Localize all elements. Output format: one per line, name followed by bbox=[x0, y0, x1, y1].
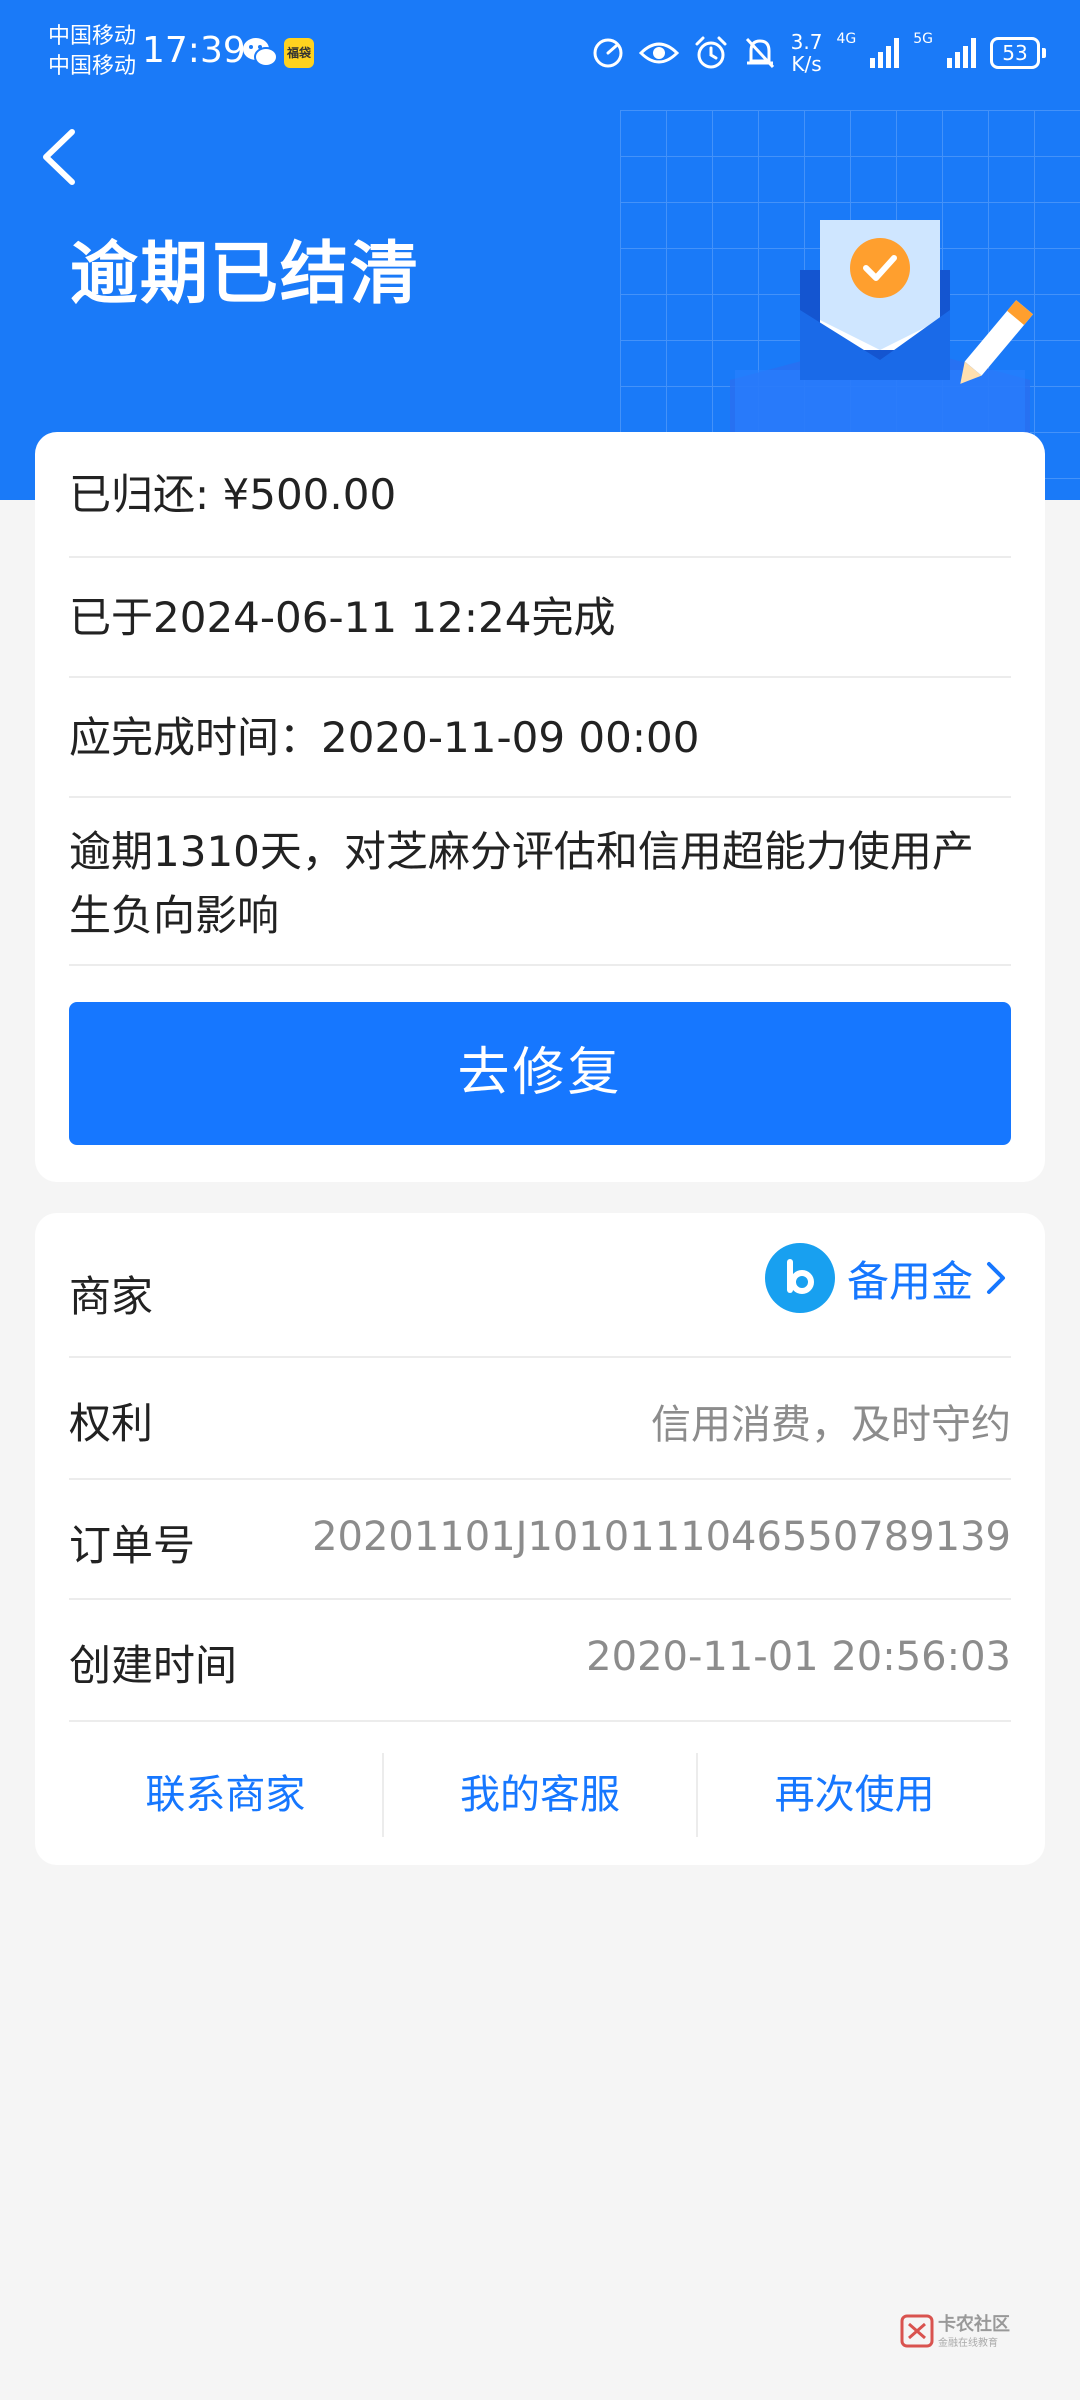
completed-row: 已于2024-06-11 12:24完成 bbox=[69, 558, 1011, 678]
back-arrow-icon[interactable] bbox=[34, 122, 84, 192]
watermark: 卡农社区 金融在线教育 bbox=[900, 2310, 1020, 2354]
merchant-name: 备用金 bbox=[846, 1256, 973, 1306]
rights-label: 权利 bbox=[69, 1399, 154, 1448]
watermark-title: 卡农社区 bbox=[938, 2314, 1010, 2335]
sim2-signal-icon bbox=[947, 38, 976, 68]
status-bar: 中国移动 中国移动 17:39 福袋 3.7 K/s 4G 5G 53 bbox=[0, 0, 1080, 110]
network-speed-value: 3.7 bbox=[790, 30, 823, 54]
speedometer-icon bbox=[593, 38, 623, 68]
watermark-subtitle: 金融在线教育 bbox=[938, 2338, 998, 2349]
overdue-notice: 逾期1310天，对芝麻分评估和信用超能力使用产生负向影响 bbox=[69, 827, 974, 940]
order-number-value: 20201101J1010111046550789139 bbox=[312, 1514, 1011, 1560]
sim1-network-label: 4G bbox=[836, 31, 857, 47]
created-time-label: 创建时间 bbox=[69, 1641, 238, 1690]
sim1-signal-icon bbox=[870, 38, 900, 68]
sim2-network-label: 5G bbox=[913, 31, 933, 47]
order-actions: 联系商家 我的客服 再次使用 bbox=[69, 1753, 1011, 1837]
created-time-value: 2020-11-01 20:56:03 bbox=[586, 1634, 1011, 1680]
page-title: 逾期已结清 bbox=[70, 235, 421, 314]
due-time-row: 应完成时间：2020-11-09 00:00 bbox=[69, 678, 1011, 798]
bell-muted-icon bbox=[745, 37, 774, 69]
watermark-logo-icon bbox=[900, 2314, 934, 2348]
alarm-icon bbox=[695, 36, 727, 69]
use-again-button[interactable]: 再次使用 bbox=[696, 1753, 1011, 1837]
returned-amount: 已归还: ¥500.00 bbox=[69, 470, 397, 519]
app-notification-badge: 福袋 bbox=[284, 38, 314, 68]
network-speed-unit: K/s bbox=[791, 52, 822, 76]
merchant-link[interactable]: 备用金 bbox=[764, 1243, 1011, 1313]
order-number-row: 订单号 20201101J1010111046550789139 bbox=[69, 1480, 1011, 1600]
eye-icon bbox=[638, 42, 679, 64]
rights-value: 信用消费，及时守约 bbox=[651, 1402, 1011, 1448]
contact-merchant-button[interactable]: 联系商家 bbox=[69, 1753, 382, 1837]
created-time-row: 创建时间 2020-11-01 20:56:03 bbox=[69, 1600, 1011, 1722]
my-customer-service-button[interactable]: 我的客服 bbox=[381, 1753, 697, 1837]
chevron-right-icon bbox=[987, 1262, 1005, 1294]
overdue-notice-row: 逾期1310天，对芝麻分评估和信用超能力使用产生负向影响 bbox=[69, 798, 1011, 966]
merchant-logo-icon bbox=[764, 1243, 835, 1313]
status-icons: 3.7 K/s 4G 5G 53 bbox=[591, 28, 1046, 78]
network-speed: 3.7 K/s bbox=[791, 31, 823, 75]
due-time: 应完成时间：2020-11-09 00:00 bbox=[69, 713, 700, 762]
carrier-2: 中国移动 bbox=[48, 54, 137, 79]
order-number-label: 订单号 bbox=[69, 1521, 196, 1570]
repayment-card: 已归还: ¥500.00 已于2024-06-11 12:24完成 应完成时间：… bbox=[35, 432, 1045, 1182]
completed-time: 已于2024-06-11 12:24完成 bbox=[69, 593, 616, 642]
rights-row: 权利 信用消费，及时守约 bbox=[69, 1358, 1011, 1480]
returned-amount-row: 已归还: ¥500.00 bbox=[69, 432, 1011, 558]
merchant-label: 商家 bbox=[69, 1272, 154, 1321]
battery-icon: 53 bbox=[990, 37, 1046, 69]
carrier-info: 中国移动 中国移动 bbox=[48, 22, 136, 82]
status-time: 17:39 bbox=[142, 30, 246, 71]
order-info-card: 商家 备用金 权利 信用消费，及时守约 订单号 20201101J1010111… bbox=[35, 1213, 1045, 1865]
carrier-1: 中国移动 bbox=[48, 24, 137, 49]
wechat-icon bbox=[243, 38, 278, 67]
merchant-row[interactable]: 商家 备用金 bbox=[69, 1213, 1011, 1358]
fix-credit-button[interactable]: 去修复 bbox=[69, 1002, 1011, 1145]
